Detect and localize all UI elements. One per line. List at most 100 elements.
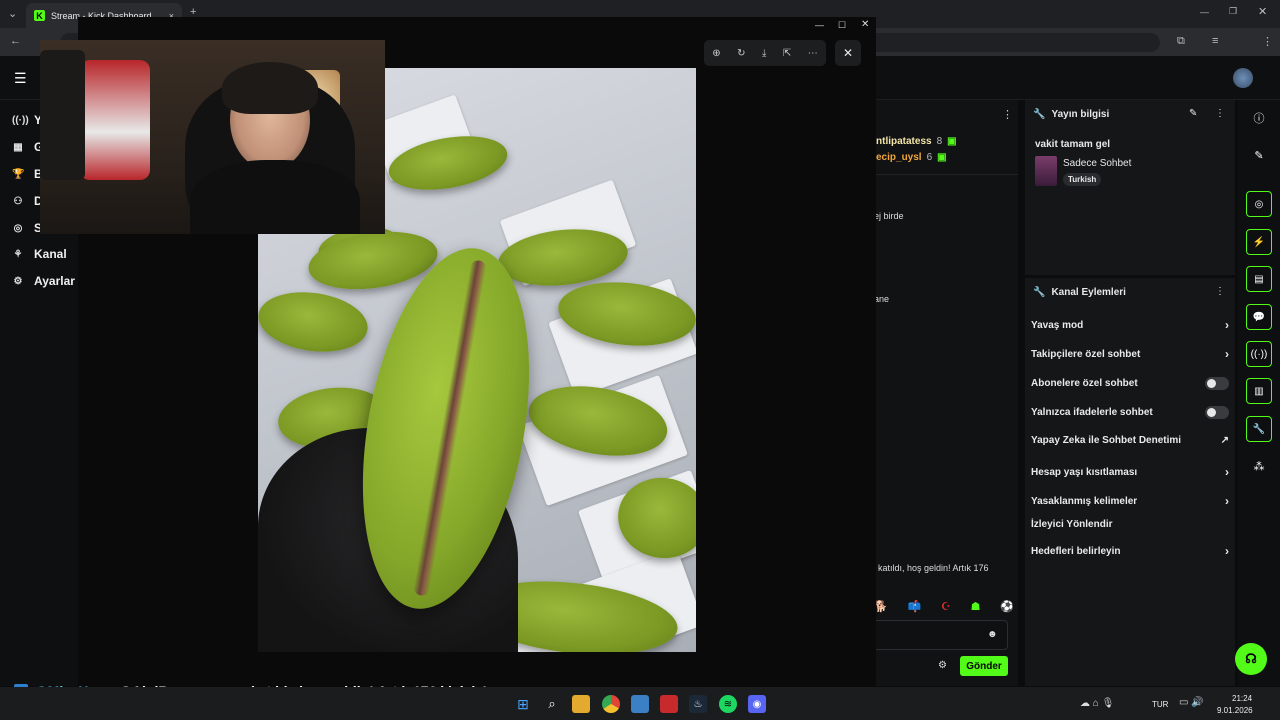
document-icon[interactable]: ▤ — [1246, 266, 1272, 292]
action-raid-viewers[interactable]: İzleyici Yönlendir — [1031, 519, 1229, 530]
panel-menu-icon[interactable]: ⋮ — [1215, 108, 1225, 119]
kick-logo-icon: K — [34, 10, 45, 21]
action-follower-chat[interactable]: Takipçilere özel sohbet › — [1031, 347, 1229, 361]
close-icon[interactable]: ✕ — [861, 19, 869, 30]
subscriber-chat-toggle[interactable] — [1205, 377, 1229, 390]
nav-item-grid[interactable]: ▦ G — [12, 140, 43, 154]
user-avatar[interactable] — [1233, 68, 1253, 88]
stream-title: vakit tamam gel — [1035, 139, 1111, 150]
chrome-icon[interactable] — [602, 695, 620, 713]
menu-dots-icon[interactable]: ⋮ — [1262, 35, 1273, 48]
broadcast-icon[interactable]: ((·)) — [1246, 341, 1272, 367]
tab-search-icon[interactable]: ⌄ — [8, 7, 17, 20]
stream-info-panel: 🔧 Yayın bilgisi ✎ ⋮ vakit tamam gel Sade… — [1025, 100, 1235, 275]
chat-menu-icon[interactable]: ⋮ — [1002, 108, 1013, 121]
grid-icon: ▦ — [13, 141, 23, 153]
maximize-icon[interactable]: ❐ — [1229, 6, 1237, 17]
steam-icon[interactable]: ♨ — [689, 695, 707, 713]
maximize-icon[interactable]: ☐ — [838, 20, 846, 31]
panel-menu-icon[interactable]: ⋮ — [1215, 286, 1225, 297]
rotate-icon[interactable]: ↻ — [737, 48, 745, 59]
right-tool-rail: ⓘ ✎ ◎ ⚡ ▤ 💬 ((·)) ▥ 🔧 ⁂ ☊ — [1235, 100, 1280, 686]
emote-only-toggle[interactable] — [1205, 406, 1229, 419]
emote-icon[interactable]: 🐕 — [874, 600, 888, 613]
lightning-icon[interactable]: ⚡ — [1246, 229, 1272, 255]
action-set-goals[interactable]: Hedefleri belirleyin › — [1031, 544, 1229, 558]
flag-icon[interactable]: ☪ — [941, 600, 951, 613]
search-icon[interactable]: ⌕ — [543, 695, 561, 713]
closet-shape — [40, 50, 85, 180]
discord-icon[interactable]: ◉ — [748, 695, 766, 713]
reading-list-icon[interactable]: ≡ — [1212, 35, 1218, 47]
channel-icon: ⚘ — [13, 248, 23, 260]
clock-time[interactable]: 21:24 — [1232, 694, 1252, 703]
spotify-icon[interactable]: ≋ — [719, 695, 737, 713]
language-indicator[interactable]: TUR — [1152, 700, 1168, 709]
support-button[interactable]: ☊ — [1235, 643, 1267, 675]
layout-icon[interactable]: ▥ — [1246, 378, 1272, 404]
chat-settings-icon[interactable]: ⚙ — [938, 660, 947, 671]
viewer-toolbar: ⊕ ↻ ⤓ ⇱ ⋯ — [704, 40, 826, 66]
chat-message: ane — [874, 294, 890, 304]
windows-start-icon[interactable]: ⊞ — [514, 695, 532, 713]
app-icon[interactable] — [660, 695, 678, 713]
emote-icon[interactable]: ☗ — [971, 600, 981, 613]
chevron-right-icon: › — [1225, 544, 1229, 558]
emoji-picker-icon[interactable]: ☻ — [987, 629, 998, 640]
nodes-icon[interactable]: ⁂ — [1246, 453, 1272, 479]
close-window-icon[interactable]: ✕ — [1258, 5, 1267, 18]
pencil-icon[interactable]: ✎ — [1246, 142, 1272, 168]
external-link-icon: ↗ — [1220, 435, 1229, 446]
send-button[interactable]: Gönder — [960, 656, 1008, 676]
chat-bubble-icon[interactable]: 💬 — [1246, 304, 1272, 330]
nav-item-people[interactable]: ⚇ D — [12, 194, 43, 208]
chat-input[interactable]: ☻ — [870, 620, 1008, 650]
badge-icon: ▣ — [947, 136, 957, 147]
chevron-right-icon: › — [1225, 318, 1229, 332]
file-explorer-icon[interactable] — [572, 695, 590, 713]
target-icon: ◎ — [13, 222, 23, 234]
chat-message: katıldı, hoş geldin! Artık 176 — [878, 563, 989, 573]
action-slow-mode[interactable]: Yavaş mod › — [1031, 318, 1229, 332]
photos-icon[interactable] — [631, 695, 649, 713]
action-ai-moderation[interactable]: Yapay Zeka ile Sohbet Denetimi ↗ — [1031, 435, 1229, 446]
chat-panel: ⋮ ntlipatatess 8 ▣ ecip_uysl 6 ▣ ej bird… — [870, 100, 1018, 686]
emote-bar: 🐕 📫 ☪ ☗ ⚽ — [874, 600, 1014, 613]
category-name[interactable]: Sadece Sohbet — [1063, 158, 1131, 169]
open-external-icon[interactable]: ⇱ — [783, 48, 791, 59]
action-emote-only-chat: Yalnızca ifadelerle sohbet — [1031, 406, 1229, 419]
channel-actions-header: 🔧 Kanal Eylemleri — [1033, 287, 1126, 298]
action-account-age[interactable]: Hesap yaşı kısıtlaması › — [1031, 465, 1229, 479]
nav-item-kanal[interactable]: ⚘ Kanal — [12, 247, 67, 261]
stream-info-header: 🔧 Yayın bilgisi — [1033, 109, 1110, 120]
badge-icon: ▣ — [937, 152, 947, 163]
hamburger-menu-icon[interactable]: ☰ — [14, 70, 27, 87]
tray-icons[interactable]: ☁ ⌂ 🎙 — [1080, 698, 1114, 709]
minimize-icon[interactable]: — — [1200, 7, 1209, 17]
minimize-icon[interactable]: — — [815, 20, 824, 30]
chat-user-row: ntlipatatess 8 ▣ — [876, 136, 957, 147]
edit-icon[interactable]: ✎ — [1189, 108, 1197, 119]
more-icon[interactable]: ⋯ — [808, 48, 818, 59]
action-banned-words[interactable]: Yasaklanmış kelimeler › — [1031, 494, 1229, 508]
nav-item-target[interactable]: ◎ S — [12, 221, 42, 235]
back-icon[interactable]: ← — [10, 35, 21, 47]
focus-icon[interactable]: ◎ — [1246, 191, 1272, 217]
nav-item-ayarlar[interactable]: ⚙ Ayarlar — [12, 274, 75, 288]
info-icon[interactable]: ⓘ — [1246, 105, 1272, 131]
wrench-icon: 🔧 — [1033, 109, 1046, 120]
extensions-icon[interactable]: ⧉ — [1177, 35, 1185, 48]
wrench-icon[interactable]: 🔧 — [1246, 416, 1272, 442]
network-volume-icons[interactable]: ▭ 🔊 — [1179, 697, 1204, 708]
emote-icon[interactable]: ⚽ — [1000, 600, 1014, 613]
download-icon[interactable]: ⤓ — [762, 48, 766, 59]
nav-item-trophy[interactable]: 🏆 B — [12, 167, 43, 181]
nav-item-live[interactable]: ((·)) Y — [12, 113, 42, 127]
chat-message: ej birde — [874, 211, 904, 221]
zoom-icon[interactable]: ⊕ — [712, 48, 720, 59]
channel-actions-panel: 🔧 Kanal Eylemleri ⋮ Yavaş mod › Takipçile… — [1025, 278, 1235, 686]
viewer-close-button[interactable]: ✕ — [835, 40, 861, 66]
wrench-icon: 🔧 — [1033, 287, 1046, 298]
clock-date[interactable]: 9.01.2026 — [1217, 706, 1253, 715]
emote-icon[interactable]: 📫 — [907, 600, 921, 613]
